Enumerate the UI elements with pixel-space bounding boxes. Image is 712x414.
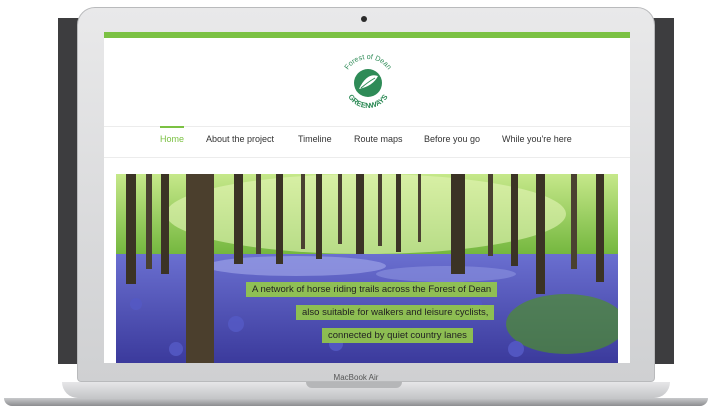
- camera-icon: [361, 16, 367, 22]
- nav-item-route-maps[interactable]: Route maps: [354, 134, 403, 144]
- main-nav: Home About the project Timeline Route ma…: [104, 126, 630, 158]
- nav-item-before-you-go[interactable]: Before you go: [424, 134, 480, 144]
- hero-caption-line-2: also suitable for walkers and leisure cy…: [296, 305, 495, 320]
- nav-item-about-the-project[interactable]: About the project: [206, 134, 274, 144]
- hero-caption-line-3: connected by quiet country lanes: [322, 328, 473, 343]
- top-accent-bar: [104, 32, 630, 38]
- greenways-logo[interactable]: Forest of Dean GREENWAYS: [337, 52, 399, 114]
- hero-image: A network of horse riding trails across …: [116, 174, 618, 363]
- laptop-base-edge: [4, 398, 708, 406]
- nav-item-timeline[interactable]: Timeline: [298, 134, 332, 144]
- logo-top-text: Forest of Dean: [342, 52, 394, 71]
- greenways-logo-icon: Forest of Dean GREENWAYS: [342, 52, 394, 110]
- nav-item-while-youre-here[interactable]: While you're here: [502, 134, 572, 144]
- website-screen: Forest of Dean GREENWAYS Home About the …: [104, 32, 630, 363]
- device-model-label: MacBook Air: [333, 373, 379, 382]
- laptop-base-notch: [306, 382, 402, 388]
- nav-item-home[interactable]: Home: [160, 126, 185, 144]
- hero-caption-line-1: A network of horse riding trails across …: [246, 282, 498, 297]
